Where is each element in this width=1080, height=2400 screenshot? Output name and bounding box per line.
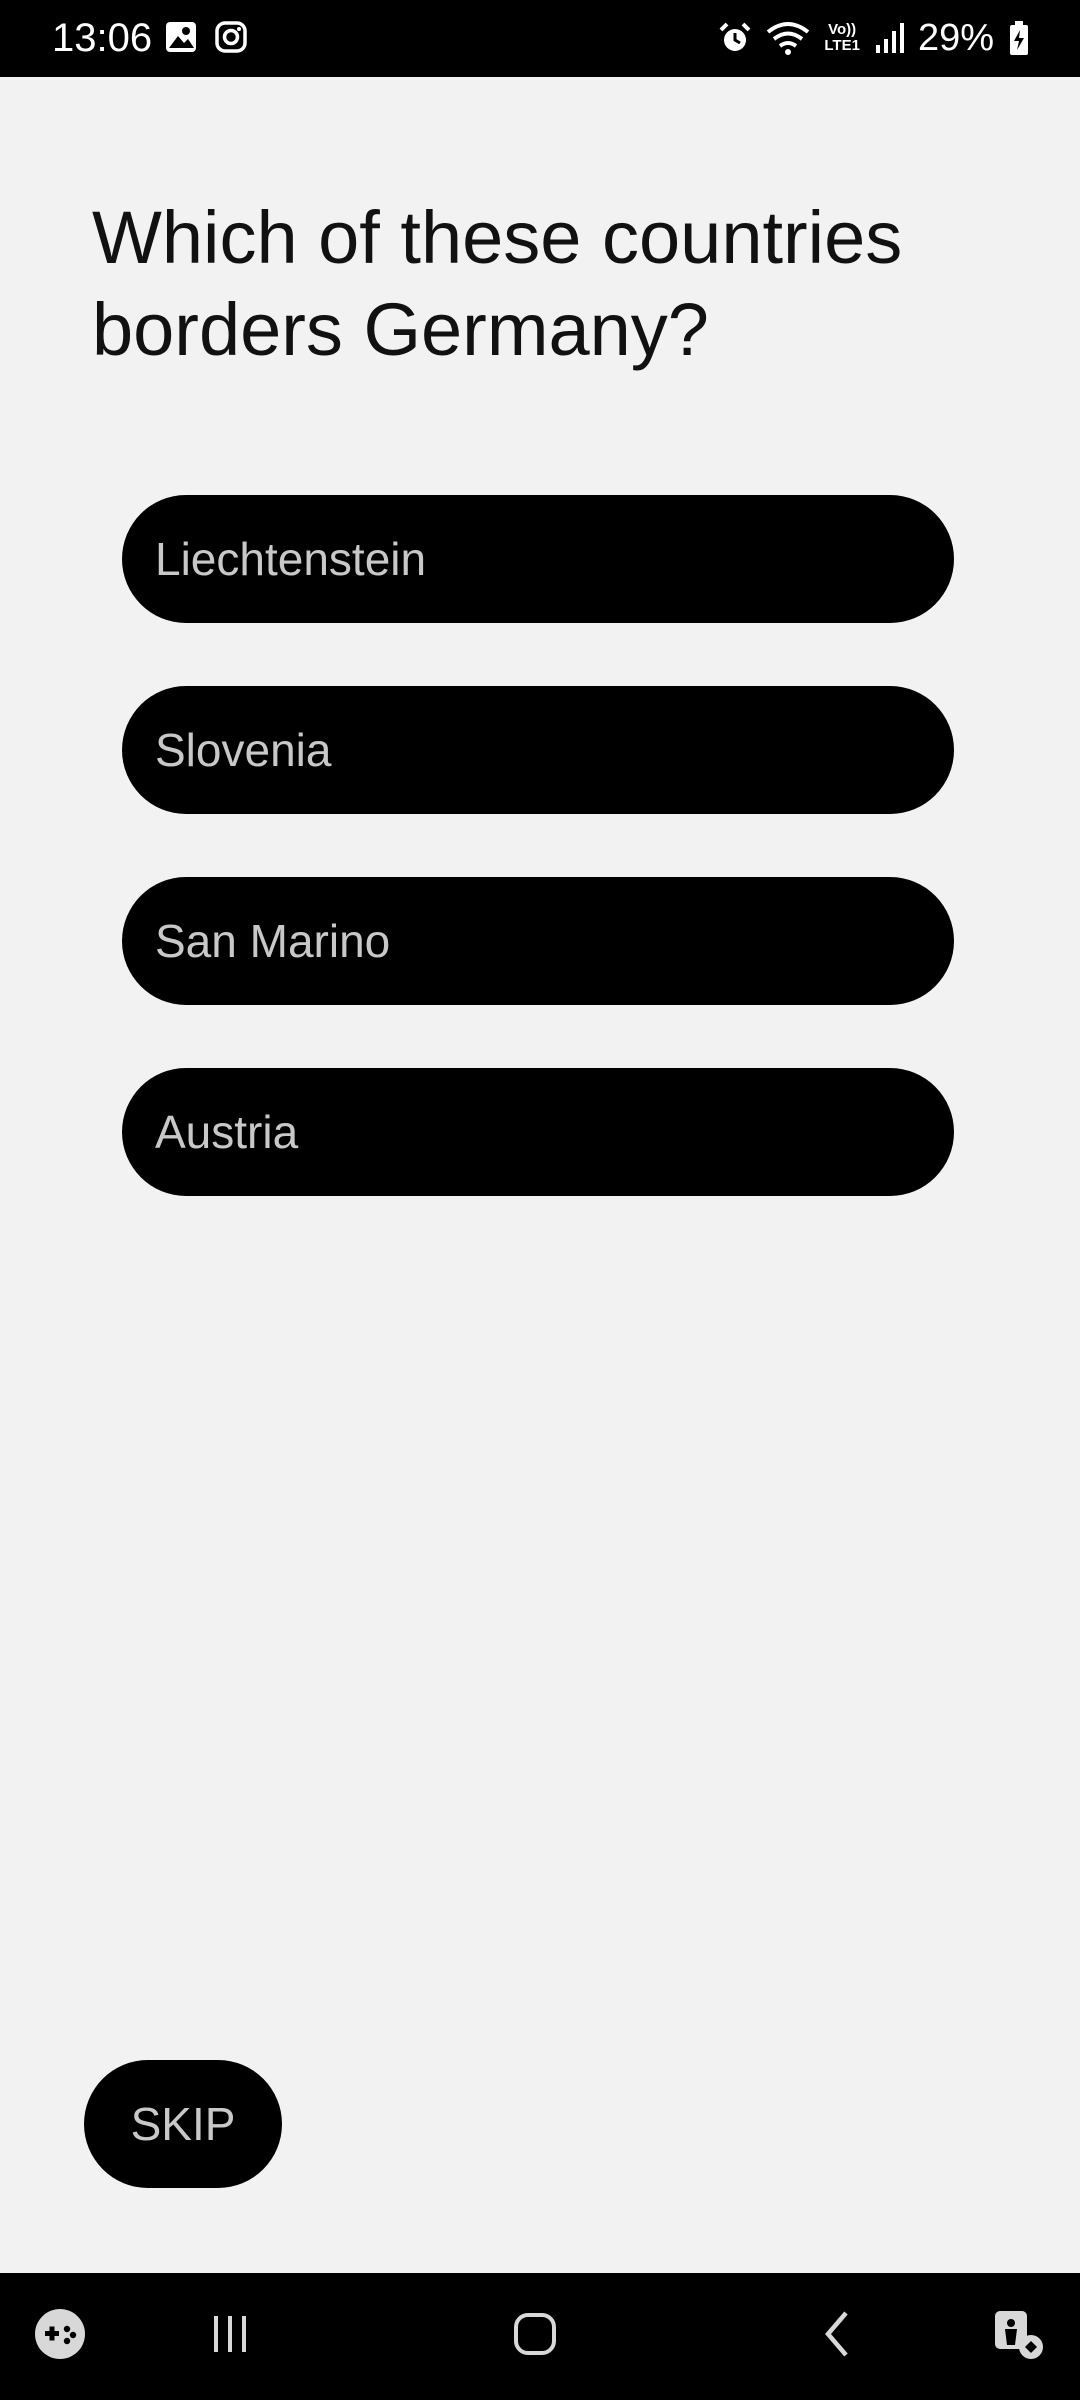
instagram-icon: [214, 20, 248, 59]
recent-apps-icon: [205, 2312, 255, 2361]
home-icon: [512, 2311, 558, 2362]
game-launcher-button[interactable]: [20, 2273, 100, 2400]
system-status: Vo)) LTE1 29%: [718, 14, 1030, 62]
answer-list: Liechtenstein Slovenia San Marino Austri…: [122, 495, 954, 1259]
back-icon: [820, 2309, 854, 2364]
signal-icon: [874, 21, 904, 55]
status-bar: 13:06 Vo)) LTE1 29%: [0, 0, 1080, 77]
skip-button[interactable]: SKIP: [84, 2060, 282, 2188]
navigation-bar: [0, 2273, 1080, 2400]
notification-icons: [164, 20, 248, 59]
answer-option-4[interactable]: Austria: [122, 1068, 954, 1196]
game-launcher-icon: [33, 2307, 87, 2366]
volte-icon: Vo)) LTE1: [824, 21, 860, 54]
alarm-icon: [718, 21, 752, 55]
wifi-icon: [766, 20, 810, 56]
recent-apps-button[interactable]: [190, 2273, 270, 2400]
accessibility-button[interactable]: [978, 2273, 1058, 2400]
battery-percent: 29%: [917, 17, 994, 59]
question-text: Which of these countries borders Germany…: [92, 196, 903, 371]
accessibility-icon: [991, 2307, 1045, 2366]
answer-option-2[interactable]: Slovenia: [122, 686, 954, 814]
status-time: 13:06: [52, 16, 153, 60]
home-button[interactable]: [495, 2273, 575, 2400]
gallery-icon: [164, 20, 198, 59]
answer-option-1[interactable]: Liechtenstein: [122, 495, 954, 623]
answer-option-3[interactable]: San Marino: [122, 877, 954, 1005]
battery-charging-icon: [1008, 20, 1030, 56]
back-button[interactable]: [797, 2273, 877, 2400]
